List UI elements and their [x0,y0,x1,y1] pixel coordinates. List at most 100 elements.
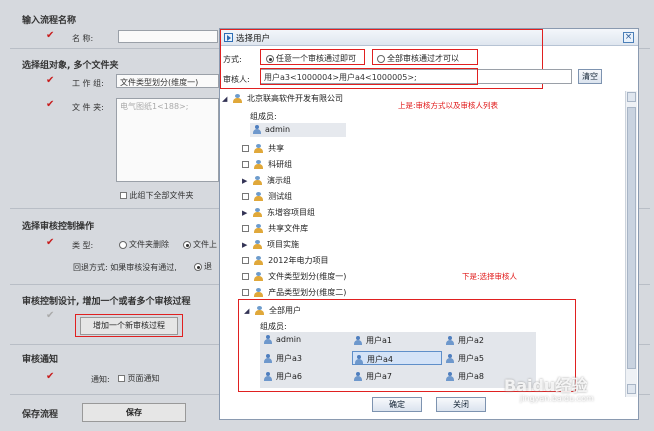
expand-icon[interactable]: ▶ [242,177,250,185]
check-icon: ✔ [46,371,55,382]
scroll-up-icon[interactable] [627,92,636,102]
all-folders-checkbox[interactable] [120,192,127,199]
group-checkbox[interactable] [242,145,249,152]
name-input[interactable] [118,30,218,43]
all-folders-label: 此组下全部文件夹 [129,191,194,200]
radio-icon[interactable] [119,240,127,249]
user-label: 用户a2 [458,336,484,345]
check-icon: ✔ [46,75,55,86]
user-icon [264,354,272,363]
check-icon: ✔ [46,99,55,110]
ok-button[interactable]: 确定 [372,397,422,412]
user-item[interactable]: 用户a8 [446,371,484,382]
tree-group[interactable]: 产品类型划分(维度二) [242,287,346,298]
method-all-option[interactable]: 全部审核通过才可以 [377,53,459,64]
type-option-delete[interactable]: 文件夹删除 [119,239,169,250]
user-icon [446,372,454,381]
group-checkbox[interactable] [242,225,249,232]
tree-scrollbar[interactable] [625,91,637,397]
tree-group[interactable]: 科研组 [242,159,292,170]
group-icon [254,224,264,233]
tree-group[interactable]: ▶ 项目实施 [242,239,299,250]
scroll-thumb[interactable] [627,107,636,369]
user-label: 用户a5 [458,354,484,363]
radio-icon[interactable] [377,54,385,63]
user-item[interactable]: 用户a7 [354,371,392,382]
annotation-note-bottom: 下是:选择审核人 [462,272,518,281]
page-notify-checkbox[interactable] [118,375,125,382]
tree-group[interactable]: 文件类型划分(维度一) [242,271,346,282]
org-name: 北京联高软件开发有限公司 [247,94,343,103]
return-option[interactable]: 退 [194,261,212,272]
user-item[interactable]: 用户a3 [264,353,302,364]
user-label: 用户a1 [366,336,392,345]
tree-group[interactable]: 测试组 [242,191,292,202]
check-icon: ✔ [46,310,55,321]
expand-icon[interactable]: ▶ [242,209,250,217]
all-folders-option[interactable]: 此组下全部文件夹 [120,190,194,201]
user-label: 用户a7 [366,372,392,381]
user-item-selected[interactable]: 用户a4 [352,351,442,365]
user-icon [253,125,261,134]
user-item[interactable]: 用户a2 [446,335,484,346]
member-admin[interactable]: admin [250,123,346,137]
collapse-icon[interactable]: ◢ [222,95,230,103]
add-audit-process-button[interactable]: 增加一个新审核过程 [80,317,178,335]
tree-group[interactable]: 2012年电力项目 [242,255,328,266]
workgroup-label: 工 作 组: [72,79,104,88]
section-title-audit-design: 审核控制设计, 增加一个或者多个审核过程 [22,297,191,307]
user-item[interactable]: admin [264,335,301,344]
folder-label: 文 件 夹: [72,103,104,112]
method-label: 方式: [223,55,242,64]
type-option-upload[interactable]: 文件上 [183,239,217,250]
user-item[interactable]: 用户a6 [264,371,302,382]
group-icon [254,160,264,169]
tree-group[interactable]: 共享 [242,143,284,154]
group-label: 共享文件库 [268,224,309,233]
method-any-label: 任意一个审核通过即可 [276,54,356,63]
group-icon [254,256,264,265]
radio-icon[interactable] [194,262,202,271]
select-user-dialog: 选择用户 × 方式: 任意一个审核通过即可 全部审核通过才可以 审核人: 用户a… [219,28,639,420]
save-button[interactable]: 保存 [82,403,186,422]
group-icon [253,240,262,249]
user-icon [355,355,363,364]
scroll-down-icon[interactable] [627,384,636,394]
tree-group[interactable]: ▶ 演示组 [242,175,291,186]
folder-textarea[interactable]: 电气图纸1<188>; [116,98,219,182]
group-label: 东增容项目组 [267,208,315,217]
member-admin-label: admin [265,125,291,134]
group-checkbox[interactable] [242,273,249,280]
page-notify-label: 页面通知 [127,374,160,383]
tree-group[interactable]: 共享文件库 [242,223,308,234]
section-title-flow-name: 输入流程名称 [22,16,77,26]
annotation-note-top: 上是:审核方式以及审核人列表 [398,101,499,110]
method-any-option[interactable]: 任意一个审核通过即可 [266,53,356,64]
user-item[interactable]: 用户a5 [446,353,484,364]
group-checkbox[interactable] [242,193,249,200]
clear-button[interactable]: 清空 [578,69,602,84]
radio-icon[interactable] [266,54,274,63]
collapse-icon[interactable]: ◢ [244,307,252,315]
workgroup-select[interactable]: 文件类型划分(维度一) [116,74,219,88]
check-icon: ✔ [46,237,55,248]
section-title-save: 保存流程 [22,410,59,420]
dialog-close-button[interactable]: 关闭 [436,397,486,412]
tree-group-all-users[interactable]: ◢ 全部用户 [244,305,301,316]
tree-group[interactable]: ▶ 东增容项目组 [242,207,315,218]
close-icon[interactable]: × [623,32,634,43]
radio-icon[interactable] [183,240,191,249]
group-icon [255,306,264,315]
group-checkbox[interactable] [242,161,249,168]
expand-icon[interactable]: ▶ [242,241,250,249]
type-label: 类 型: [72,241,94,250]
user-item[interactable]: 用户a1 [354,335,392,346]
group-checkbox[interactable] [242,257,249,264]
page-notify-option[interactable]: 页面通知 [118,373,160,384]
org-tree: ◢ 北京联高软件开发有限公司 上是:审核方式以及审核人列表 组成员: admin … [222,91,627,397]
group-icon [254,144,264,153]
group-label: 2012年电力项目 [268,256,329,265]
group-icon [254,288,264,297]
tree-org-root[interactable]: ◢ 北京联高软件开发有限公司 [222,93,343,104]
group-checkbox[interactable] [242,289,249,296]
